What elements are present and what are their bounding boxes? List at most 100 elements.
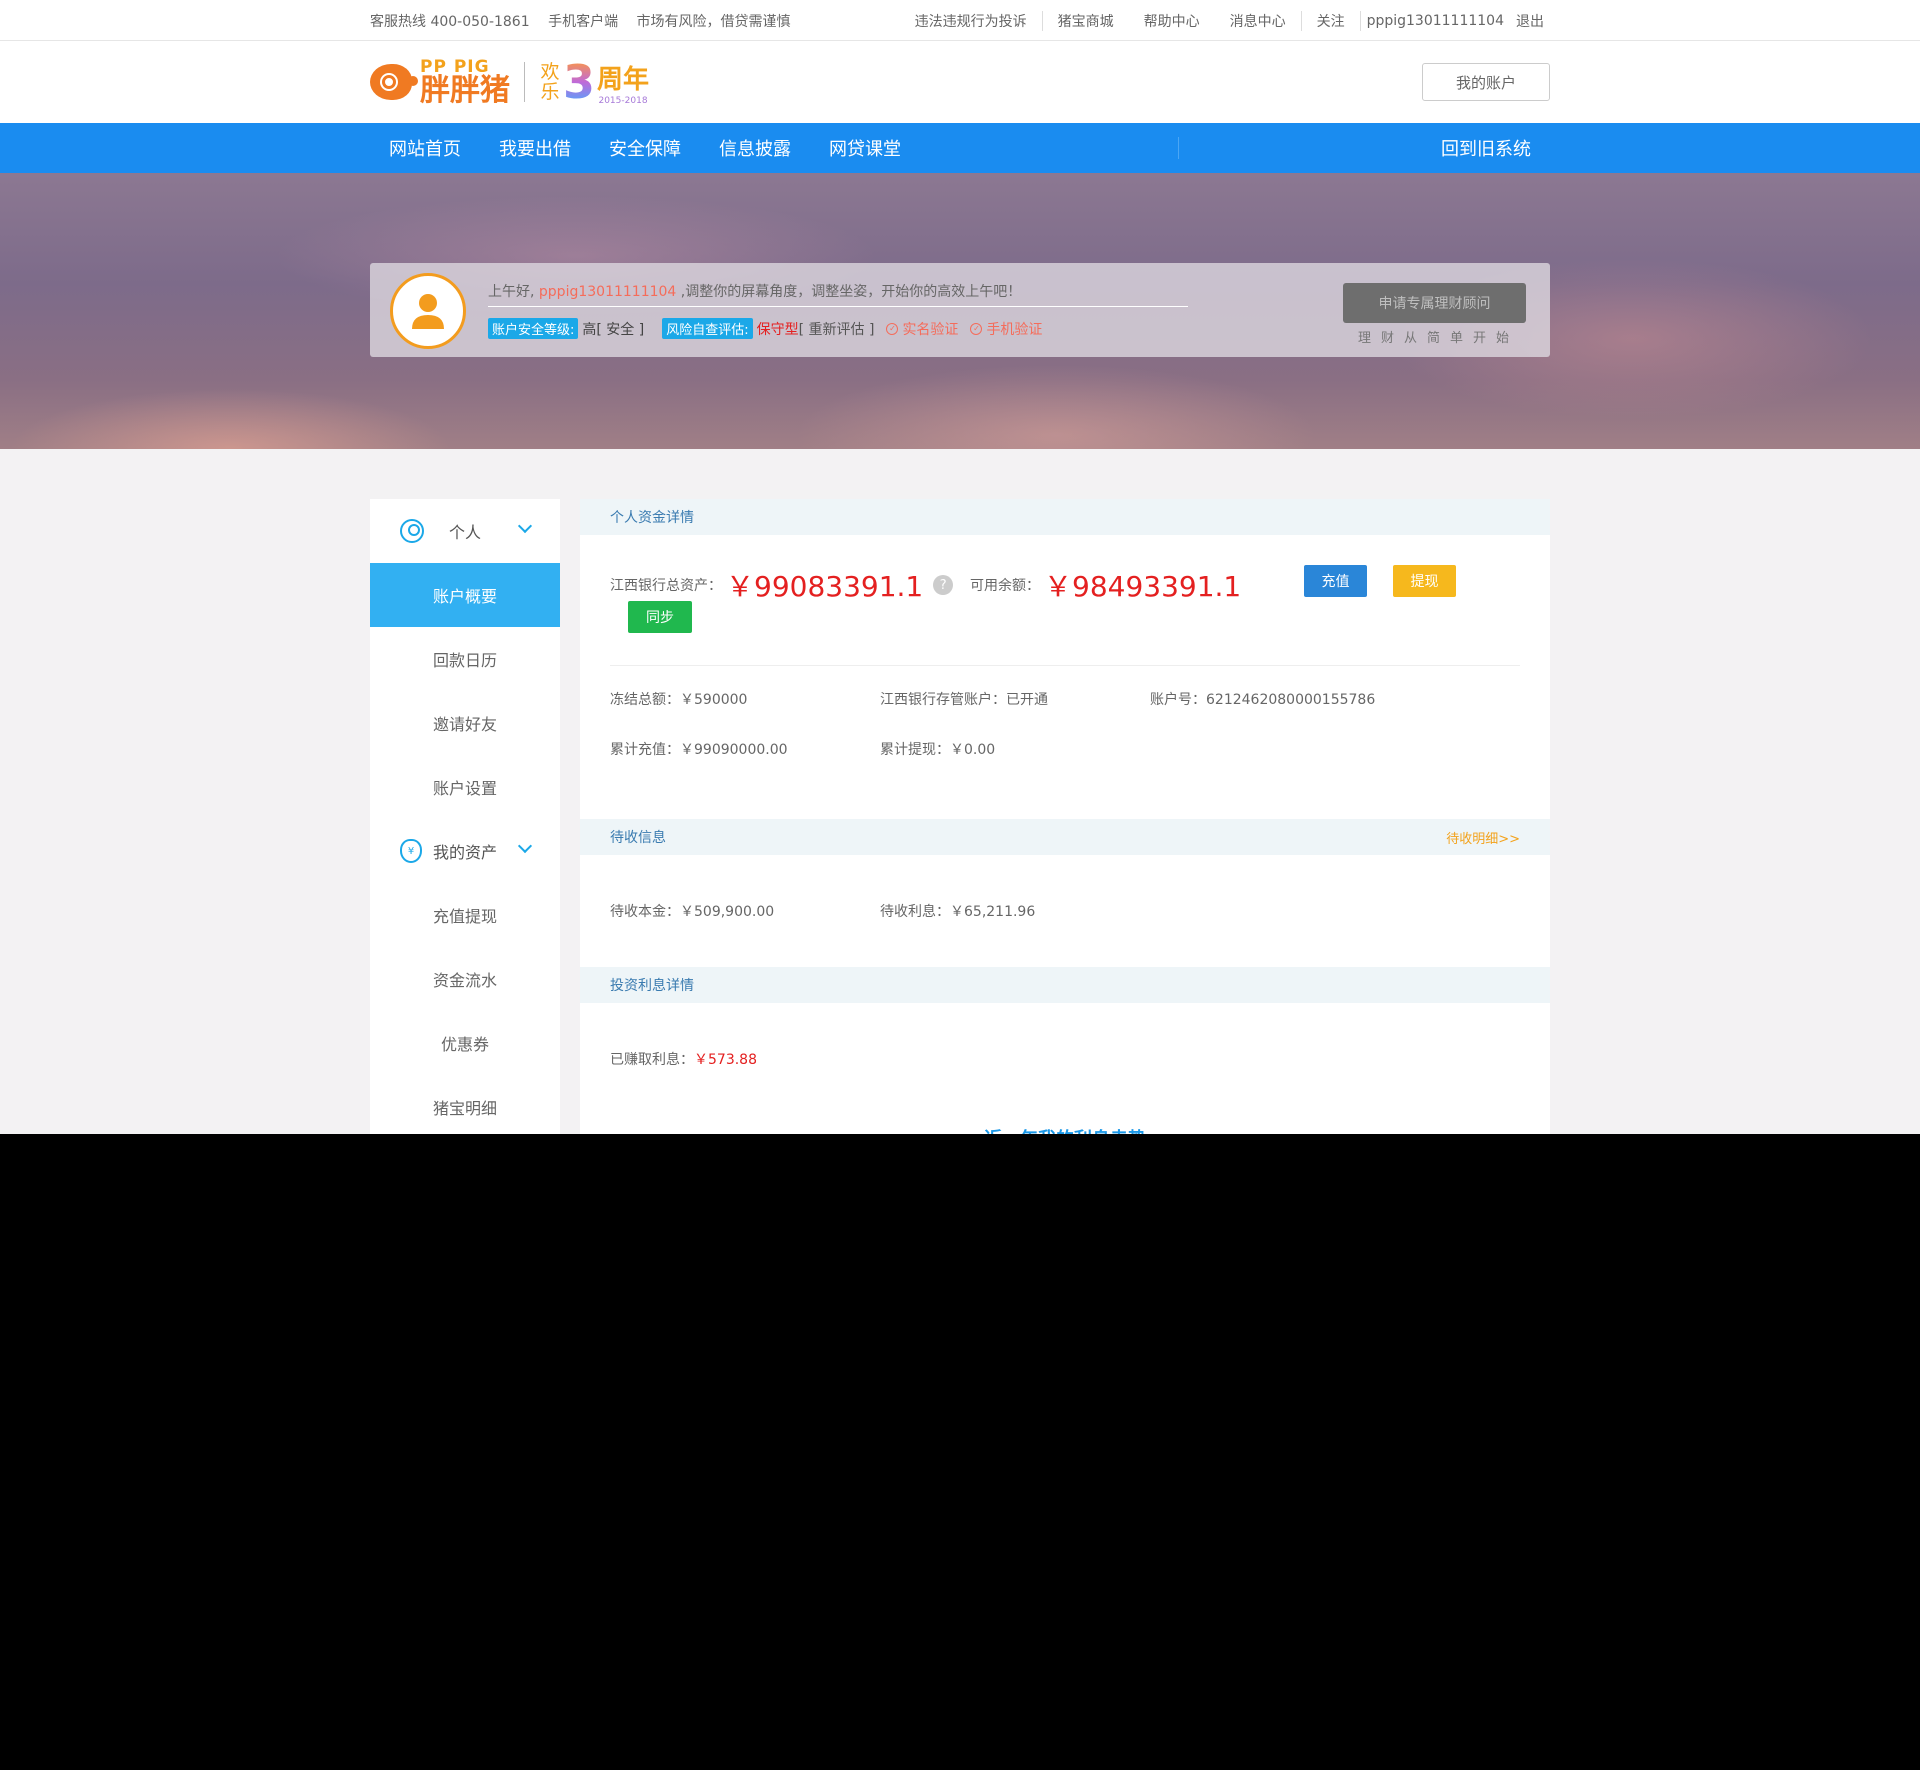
security-row: 账户安全等级: 高[ 安全 ] 风险自查评估: 保守型 [ 重新评估 ] ✓ 实… [488, 318, 1042, 339]
follow-link[interactable]: 关注 [1302, 11, 1360, 31]
top-utility-bar: 客服热线 400-050-1861 手机客户端 市场有风险，借贷需谨慎 违法违规… [0, 0, 1920, 41]
nav-invest[interactable]: 我要出借 [480, 135, 590, 161]
anniv-years: 2015-2018 [598, 95, 648, 106]
mobile-client-link[interactable]: 手机客户端 [548, 14, 618, 30]
topbar-right: 违法违规行为投诉 猪宝商城 帮助中心 消息中心 关注 pppig13011111… [900, 10, 1550, 31]
money-bag-icon: ¥ [400, 839, 422, 863]
greeting-suffix: ,调整你的屏幕角度，调整坐姿，开始你的高效上午吧！ [680, 284, 1022, 300]
sidebar-group-label: 个人 [448, 523, 481, 542]
complaint-link[interactable]: 违法违规行为投诉 [900, 11, 1042, 31]
total-assets: 江西银行总资产： ￥99083391.1 ? [610, 565, 954, 605]
logout-link[interactable]: 退出 [1510, 11, 1550, 31]
custody-account-status: 江西银行存管账户：已开通 [880, 692, 1048, 708]
risk-assessment-value: 保守型 [756, 321, 799, 338]
logo-divider [524, 62, 525, 102]
user-avatar-icon [412, 294, 444, 329]
help-center-link[interactable]: 帮助中心 [1129, 11, 1215, 31]
sidebar: 个人 账户概要 回款日历 邀请好友 账户设置 ¥ 我的资产 充值提现 资金流水 … [370, 499, 560, 1134]
anniv-zhounian: 周年 2015-2018 [597, 59, 649, 106]
sidebar-item-zhubao-details[interactable]: 猪宝明细 [370, 1075, 560, 1134]
nav-disclosure[interactable]: 信息披露 [700, 135, 810, 161]
sidebar-item-invite-friends[interactable]: 邀请好友 [370, 691, 560, 755]
earned-interest-value: ￥573.88 [694, 1052, 757, 1068]
reassess-link[interactable]: [ 重新评估 ] [799, 319, 875, 339]
total-withdraw: 累计提现：￥0.00 [880, 742, 996, 758]
sidebar-item-account-overview[interactable]: 账户概要 [370, 563, 560, 627]
withdraw-button[interactable]: 提现 [1393, 565, 1456, 597]
security-level-value: 高[ 安全 ] [582, 321, 645, 338]
section-title: 投资利息详情 [610, 978, 694, 994]
total-assets-value: ￥99083391.1 [726, 570, 924, 603]
frozen-total: 冻结总额：￥590000 [610, 692, 748, 708]
my-account-button[interactable]: 我的账户 [1422, 63, 1550, 101]
hotline-text: 客服热线 400-050-1861 [370, 13, 530, 30]
section-title: 个人资金详情 [610, 510, 694, 526]
username-link[interactable]: pppig13011111104 [1361, 13, 1510, 29]
section-pending-header: 待收信息 待收明细>> [580, 819, 1550, 855]
main-nav: 网站首页 我要出借 安全保障 信息披露 网贷课堂 回到旧系统 [0, 123, 1920, 173]
sidebar-group-personal[interactable]: 个人 [370, 499, 560, 563]
anniv-zn-text: 周年 [597, 64, 650, 95]
sidebar-item-coupons[interactable]: 优惠券 [370, 1011, 560, 1075]
recharge-button[interactable]: 充值 [1304, 565, 1367, 597]
phone-verify-label: 手机验证 [986, 321, 1043, 338]
nav-home[interactable]: 网站首页 [370, 135, 480, 161]
pending-principal: 待收本金：￥509,900.00 [610, 904, 775, 920]
available-balance-label: 可用余额： [970, 578, 1040, 594]
user-circle-icon [400, 519, 424, 543]
back-to-old-system-link[interactable]: 回到旧系统 [1441, 135, 1550, 161]
site-logo[interactable]: PP PIG 胖胖猪 欢乐 3 周年 2015-2018 [370, 55, 649, 109]
check-circle-icon: ✓ [970, 322, 983, 335]
help-question-icon[interactable]: ? [933, 575, 954, 595]
nav-divider [1178, 137, 1179, 159]
total-assets-label: 江西银行总资产： [610, 578, 722, 594]
sidebar-item-recharge-withdraw[interactable]: 充值提现 [370, 883, 560, 947]
available-balance: 可用余额： ￥98493391.1 [970, 565, 1241, 605]
pending-details-link[interactable]: 待收明细>> [1446, 828, 1520, 847]
message-center-link[interactable]: 消息中心 [1215, 11, 1301, 31]
topbar-left: 客服热线 400-050-1861 手机客户端 市场有风险，借贷需谨慎 [370, 11, 805, 31]
nav-classroom[interactable]: 网贷课堂 [810, 135, 920, 161]
check-circle-icon: ✓ [886, 322, 899, 335]
realname-verify-label: 实名验证 [902, 321, 959, 338]
anniv-huanle: 欢乐 [540, 61, 560, 103]
fund-stats-row: 冻结总额：￥590000 江西银行存管账户：已开通 账户号：6212462080… [610, 674, 1520, 724]
profile-banner: 上午好, pppig13011111104 ,调整你的屏幕角度，调整坐姿，开始你… [0, 173, 1920, 449]
sidebar-group-label: 我的资产 [432, 843, 497, 862]
pending-interest: 待收利息：￥65,211.96 [880, 904, 1036, 920]
anniv-three: 3 [563, 55, 596, 109]
realname-verify[interactable]: ✓ 实名验证 [886, 319, 958, 339]
security-level-tag: 账户安全等级: [488, 318, 579, 339]
nav-security[interactable]: 安全保障 [590, 135, 700, 161]
avatar[interactable] [390, 273, 466, 349]
section-interest-header: 投资利息详情 [580, 967, 1550, 1003]
sync-button[interactable]: 同步 [628, 601, 692, 633]
main-panel: 个人资金详情 江西银行总资产： ￥99083391.1 ? 可用余额： ￥984… [580, 499, 1550, 1134]
brand-text: PP PIG 胖胖猪 [420, 58, 510, 108]
site-header: PP PIG 胖胖猪 欢乐 3 周年 2015-2018 我的账户 [0, 41, 1920, 123]
greeting-prefix: 上午好, [488, 284, 535, 300]
sidebar-item-repayment-calendar[interactable]: 回款日历 [370, 627, 560, 691]
section-fund-details-header: 个人资金详情 [580, 499, 1550, 535]
available-balance-value: ￥98493391.1 [1044, 570, 1242, 603]
content-area: 个人 账户概要 回款日历 邀请好友 账户设置 ¥ 我的资产 充值提现 资金流水 … [0, 449, 1920, 1134]
mall-link[interactable]: 猪宝商城 [1043, 11, 1129, 31]
logo-cn: 胖胖猪 [420, 72, 510, 108]
pig-logo-icon [370, 64, 418, 100]
sidebar-group-assets[interactable]: ¥ 我的资产 [370, 819, 560, 883]
apply-advisor-button[interactable]: 申请专属理财顾问 [1343, 283, 1526, 323]
sidebar-item-account-settings[interactable]: 账户设置 [370, 755, 560, 819]
earned-interest-label: 已赚取利息： [610, 1052, 694, 1068]
risk-assessment-tag: 风险自查评估: [662, 318, 753, 339]
greeting: 上午好, pppig13011111104 ,调整你的屏幕角度，调整坐姿，开始你… [488, 281, 1188, 307]
phone-verify[interactable]: ✓ 手机验证 [970, 319, 1042, 339]
account-number: 账户号：6212462080000155786 [1150, 692, 1376, 708]
sidebar-item-fund-flow[interactable]: 资金流水 [370, 947, 560, 1011]
fund-stats-row: 累计充值：￥99090000.00 累计提现：￥0.00 [610, 724, 1520, 774]
interest-trend-title: 近一年我的利息走势 [580, 1115, 1550, 1134]
chevron-down-icon [517, 838, 533, 854]
section-title: 待收信息 [610, 830, 666, 846]
total-recharge: 累计充值：￥99090000.00 [610, 742, 788, 758]
chevron-down-icon [517, 518, 533, 534]
